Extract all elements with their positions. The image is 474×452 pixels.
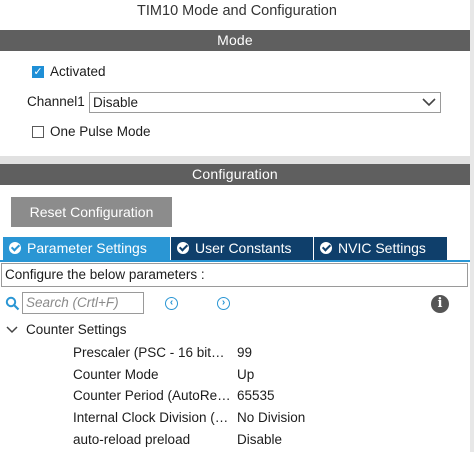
tab-label: NVIC Settings — [338, 240, 426, 256]
param-auto-reload-value[interactable]: Disable — [237, 432, 282, 447]
counter-settings-group[interactable]: Counter Settings — [26, 322, 127, 337]
previous-match-icon[interactable]: ‹ — [165, 297, 178, 310]
chevron-down-icon[interactable] — [6, 325, 18, 335]
mode-section-header[interactable]: Mode — [0, 30, 470, 51]
search-input[interactable]: Search (Crtl+F) — [22, 292, 144, 314]
parameters-description: Configure the below parameters : — [1, 263, 468, 287]
tab-nvic-settings[interactable]: NVIC Settings — [314, 237, 447, 260]
tab-underline — [0, 260, 470, 262]
channel1-label: Channel1 — [27, 94, 85, 109]
tab-user-constants[interactable]: User Constants — [171, 237, 313, 260]
param-clock-division-value[interactable]: No Division — [237, 410, 305, 425]
param-prescaler-value[interactable]: 99 — [237, 345, 252, 360]
channel1-select[interactable]: Disable — [89, 92, 441, 113]
activated-label: Activated — [50, 64, 106, 79]
check-circle-icon — [320, 242, 332, 254]
one-pulse-checkbox[interactable] — [32, 126, 44, 138]
tab-parameter-settings[interactable]: Parameter Settings — [3, 237, 170, 260]
reset-configuration-button[interactable]: Reset Configuration — [11, 197, 172, 227]
window-title: TIM10 Mode and Configuration — [137, 3, 337, 19]
check-circle-icon — [9, 242, 21, 254]
param-counter-mode-value[interactable]: Up — [237, 367, 254, 382]
chevron-down-icon — [422, 98, 436, 107]
param-clock-division-name[interactable]: Internal Clock Division (CKD) — [73, 410, 231, 425]
configuration-section-header[interactable]: Configuration — [0, 164, 470, 185]
tab-label: Parameter Settings — [27, 240, 147, 256]
param-counter-mode-name[interactable]: Counter Mode — [73, 367, 231, 382]
info-icon[interactable]: i — [431, 295, 449, 313]
channel1-select-value: Disable — [93, 95, 139, 110]
panel-right-border — [470, 0, 474, 452]
section-divider — [0, 156, 470, 164]
param-prescaler-name[interactable]: Prescaler (PSC - 16 bits value) — [73, 345, 231, 360]
param-counter-period-value[interactable]: 65535 — [237, 388, 275, 403]
one-pulse-label: One Pulse Mode — [50, 124, 151, 139]
param-counter-period-name[interactable]: Counter Period (AutoReload Register - 16… — [73, 388, 231, 403]
next-match-icon[interactable]: › — [217, 297, 230, 310]
check-circle-icon — [177, 242, 189, 254]
search-icon[interactable] — [5, 296, 20, 311]
tab-label: User Constants — [195, 240, 292, 256]
param-auto-reload-name[interactable]: auto-reload preload — [73, 432, 231, 447]
activated-checkbox[interactable]: ✓ — [32, 66, 44, 78]
